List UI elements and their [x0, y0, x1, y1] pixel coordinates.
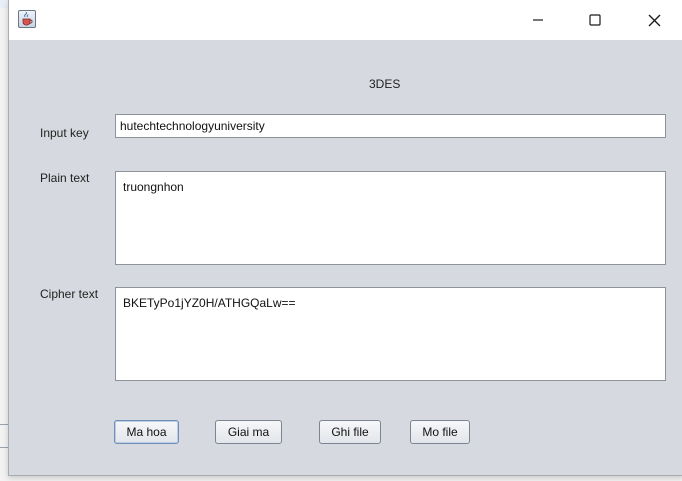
- plain-text-label: Plain text: [40, 171, 90, 185]
- title-bar[interactable]: [9, 0, 682, 40]
- app-window: 3DES Input key hutechtechnologyuniversit…: [8, 0, 682, 476]
- maximize-icon: [589, 14, 601, 26]
- close-button[interactable]: [625, 0, 682, 40]
- cipher-text-area[interactable]: BKETyPo1jYZ0H/ATHGQaLw==: [115, 287, 666, 381]
- plain-text-area[interactable]: truongnhon: [115, 171, 666, 265]
- decrypt-button[interactable]: Giai ma: [215, 420, 282, 444]
- key-input[interactable]: hutechtechnologyuniversity: [115, 114, 666, 138]
- page-title: 3DES: [369, 77, 401, 91]
- cipher-text-label: Cipher text: [40, 287, 99, 301]
- encrypt-button[interactable]: Ma hoa: [114, 420, 179, 444]
- java-cup-icon[interactable]: [18, 10, 36, 28]
- minimize-button[interactable]: [509, 0, 567, 40]
- minimize-icon: [533, 19, 543, 21]
- key-label: Input key: [40, 126, 89, 140]
- open-file-button[interactable]: Mo file: [410, 420, 470, 444]
- close-icon: [648, 14, 660, 26]
- write-file-button[interactable]: Ghi file: [319, 420, 381, 444]
- form-panel: 3DES Input key hutechtechnologyuniversit…: [9, 40, 682, 475]
- maximize-button[interactable]: [566, 0, 624, 40]
- background-window-divider: [0, 424, 8, 448]
